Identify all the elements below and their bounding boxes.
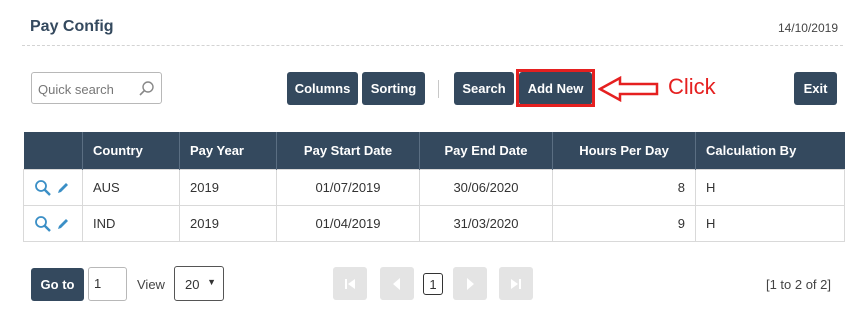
cell-pay-start-date: 01/04/2019: [276, 205, 420, 242]
current-date: 14/10/2019: [777, 21, 838, 35]
columns-button[interactable]: Columns: [287, 72, 358, 105]
cell-calculation-by: H: [695, 169, 845, 206]
view-icon[interactable]: [34, 215, 52, 233]
go-to-button[interactable]: Go to: [31, 268, 84, 301]
click-annotation: Click: [668, 74, 716, 99]
column-header-calculation-by[interactable]: Calculation By: [695, 132, 845, 170]
current-page-number[interactable]: 1: [423, 273, 443, 295]
pay-config-table: Country Pay Year Pay Start Date Pay End …: [23, 132, 845, 242]
column-header-hours-per-day[interactable]: Hours Per Day: [552, 132, 696, 170]
cell-hours-per-day: 9: [552, 205, 696, 242]
record-range-text: [1 to 2 of 2]: [765, 277, 831, 292]
next-page-button[interactable]: [453, 267, 487, 300]
cell-pay-end-date: 30/06/2020: [419, 169, 553, 206]
sorting-button[interactable]: Sorting: [362, 72, 425, 105]
column-header-pay-start-date[interactable]: Pay Start Date: [276, 132, 420, 170]
header-divider: [22, 45, 843, 46]
exit-button[interactable]: Exit: [794, 72, 837, 105]
row-actions: [23, 205, 83, 242]
table-row: IND 2019 01/04/2019 31/03/2020 9 H: [23, 205, 845, 242]
first-page-icon: [345, 278, 355, 289]
edit-pencil-icon[interactable]: [56, 217, 70, 231]
column-header-pay-year[interactable]: Pay Year: [179, 132, 277, 170]
edit-pencil-icon[interactable]: [56, 181, 70, 195]
view-icon[interactable]: [34, 179, 52, 197]
column-header-pay-end-date[interactable]: Pay End Date: [419, 132, 553, 170]
page-title: Pay Config: [30, 18, 114, 35]
quick-search-input[interactable]: [38, 80, 136, 98]
cell-pay-start-date: 01/07/2019: [276, 169, 420, 206]
cell-country: AUS: [82, 169, 180, 206]
cell-pay-year: 2019: [179, 169, 277, 206]
last-page-button[interactable]: [499, 267, 533, 300]
column-header-actions: [23, 132, 83, 170]
table-header-row: Country Pay Year Pay Start Date Pay End …: [23, 132, 845, 170]
page-size-select[interactable]: 20 ▼: [174, 266, 224, 301]
row-actions: [23, 169, 83, 206]
search-button[interactable]: Search: [454, 72, 514, 105]
quick-search-box[interactable]: [31, 72, 162, 104]
previous-page-button[interactable]: [380, 267, 414, 300]
first-page-button[interactable]: [333, 267, 367, 300]
cell-calculation-by: H: [695, 205, 845, 242]
cell-country: IND: [82, 205, 180, 242]
toolbar-separator: [438, 80, 439, 98]
cell-hours-per-day: 8: [552, 169, 696, 206]
previous-page-icon: [393, 277, 400, 290]
column-header-country[interactable]: Country: [82, 132, 180, 170]
page-number-input[interactable]: 1: [88, 267, 127, 301]
left-arrow-icon: [598, 76, 659, 102]
view-label: View: [137, 277, 165, 292]
last-page-icon: [511, 278, 521, 289]
table-row: AUS 2019 01/07/2019 30/06/2020 8 H: [23, 169, 845, 206]
caret-down-icon: ▼: [207, 277, 216, 287]
page-size-value: 20: [185, 277, 200, 292]
cell-pay-year: 2019: [179, 205, 277, 242]
search-icon[interactable]: [138, 80, 155, 97]
next-page-icon: [467, 277, 474, 290]
add-new-highlight-box: [516, 69, 595, 107]
cell-pay-end-date: 31/03/2020: [419, 205, 553, 242]
